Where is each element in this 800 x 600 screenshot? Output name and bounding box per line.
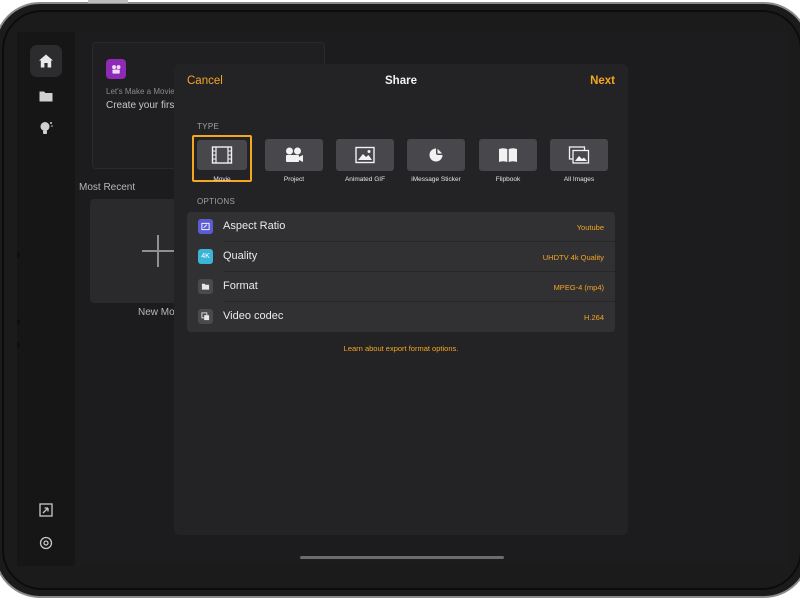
type-project[interactable]: Project (264, 139, 324, 187)
type-selector: Movie Project Animated GIF iMessage Stic… (192, 135, 612, 187)
type-tile (550, 139, 608, 171)
type-flipbook-label: Flipbook (495, 176, 521, 183)
movie-camera-icon (106, 59, 126, 79)
sidebar-item-files[interactable] (30, 80, 62, 112)
option-quality[interactable]: 4K Quality UHDTV 4k Quality (187, 242, 615, 272)
sticker-icon (429, 148, 443, 162)
type-movie-label: Movie (213, 176, 231, 183)
folder-icon (39, 91, 53, 102)
options-section-label: OPTIONS (197, 197, 236, 206)
type-animated-gif-label: Animated GIF (344, 176, 386, 183)
option-label: Format (223, 280, 258, 292)
codec-icon (198, 309, 213, 324)
plus-icon (142, 235, 174, 267)
import-icon (39, 503, 53, 517)
sidebar-item-home[interactable] (30, 45, 62, 77)
options-list: Aspect Ratio Youtube 4K Quality UHDTV 4k… (187, 212, 615, 332)
type-animated-gif[interactable]: Animated GIF (335, 139, 395, 187)
image-icon (355, 146, 375, 164)
home-icon (39, 54, 53, 68)
type-tile (197, 140, 247, 170)
aspect-ratio-icon (198, 219, 213, 234)
sidebar-item-ideas[interactable] (30, 112, 62, 144)
most-recent-label: Most Recent (79, 182, 136, 193)
option-value: Youtube (576, 223, 604, 232)
type-all-images[interactable]: All Images (549, 139, 609, 187)
type-movie[interactable]: Movie (192, 135, 252, 187)
gear-icon (39, 536, 53, 550)
movie-camera-icon (286, 147, 303, 162)
type-tile (407, 139, 465, 171)
option-value: H.264 (583, 313, 604, 322)
option-label: Aspect Ratio (223, 220, 286, 232)
type-section-label: TYPE (197, 122, 220, 131)
folder-icon (198, 279, 213, 294)
option-video-codec[interactable]: Video codec H.264 (187, 302, 615, 332)
home-indicator (300, 556, 504, 559)
quality-4k-icon: 4K (198, 249, 213, 264)
share-modal: Cancel Share Next TYPE Movie Project Ani… (174, 64, 628, 535)
promo-kicker: Let's Make a Movie (106, 87, 175, 96)
type-flipbook[interactable]: Flipbook (478, 139, 538, 187)
learn-export-formats-link[interactable]: Learn about export format options. (174, 344, 628, 353)
book-icon (499, 148, 517, 162)
type-imessage-sticker[interactable]: iMessage Sticker (406, 139, 466, 187)
type-imessage-sticker-label: iMessage Sticker (411, 176, 461, 183)
modal-title: Share (385, 75, 417, 87)
type-tile (479, 139, 537, 171)
images-icon (568, 146, 590, 164)
option-value: MPEG-4 (mp4) (553, 283, 604, 292)
next-button[interactable]: Next (590, 75, 615, 87)
option-label: Video codec (223, 310, 284, 322)
type-all-images-label: All Images (563, 176, 595, 183)
device-top-edge (88, 0, 128, 3)
modal-header: Cancel Share Next (174, 64, 628, 100)
sidebar-item-import[interactable] (30, 494, 62, 526)
sidebar-item-settings[interactable] (30, 527, 62, 559)
type-tile (265, 139, 323, 171)
option-aspect-ratio[interactable]: Aspect Ratio Youtube (187, 212, 615, 242)
option-value: UHDTV 4k Quality (542, 253, 604, 262)
option-format[interactable]: Format MPEG-4 (mp4) (187, 272, 615, 302)
type-project-label: Project (283, 176, 305, 183)
film-icon (211, 146, 233, 164)
option-label: Quality (223, 250, 258, 262)
sidebar (17, 32, 75, 566)
type-tile (336, 139, 394, 171)
lightbulb-icon (40, 122, 53, 134)
